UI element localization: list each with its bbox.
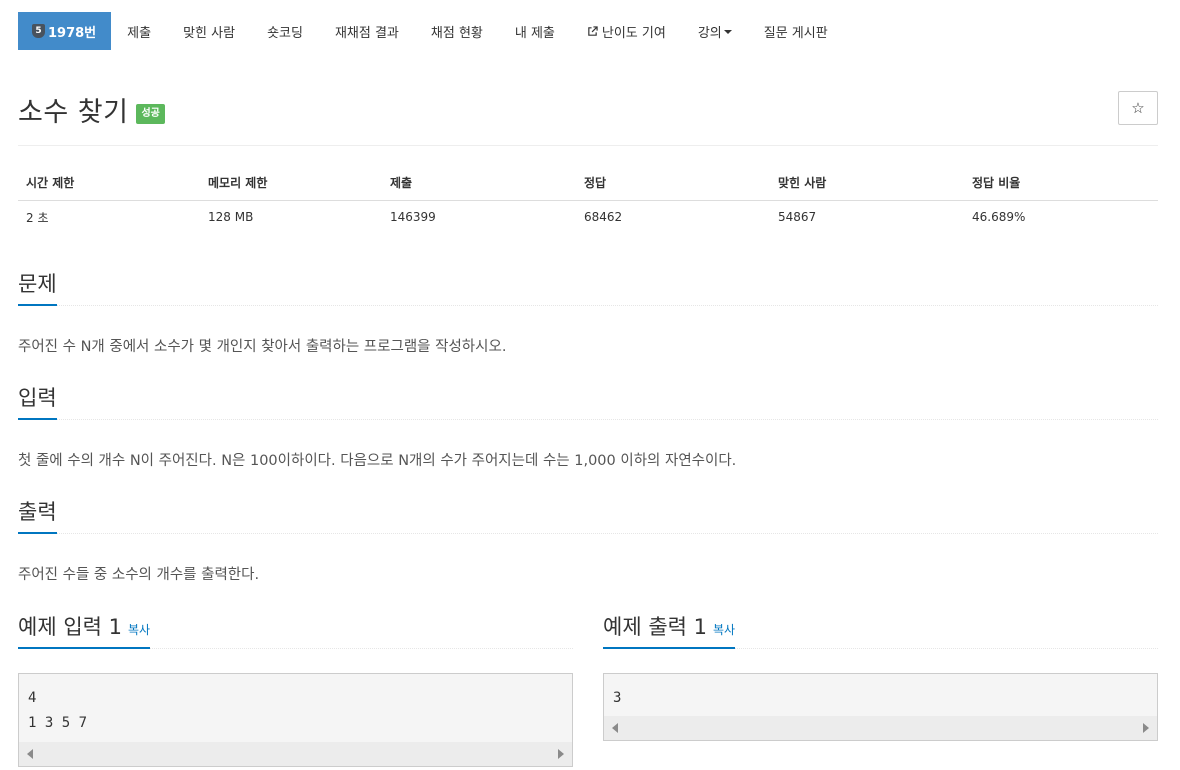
table-header-row: 시간 제한 메모리 제한 제출 정답 맞힌 사람 정답 비율 xyxy=(18,166,1158,201)
sample-input-heading: 예제 입력 1 복사 xyxy=(18,611,151,649)
external-link-icon xyxy=(588,25,598,36)
output-section-header: 출력 xyxy=(18,496,1158,534)
sample-output-header: 예제 출력 1 복사 xyxy=(603,611,1158,649)
scroll-right-icon[interactable] xyxy=(1143,723,1149,733)
header-memory-limit: 메모리 제한 xyxy=(200,166,382,201)
input-text: 첫 줄에 수의 개수 N이 주어진다. N은 100이하이다. 다음으로 N개의… xyxy=(18,453,737,469)
copy-sample-input-button[interactable]: 복사 xyxy=(128,623,150,637)
problem-header: 소수 찾기 성공 xyxy=(18,90,165,129)
accepted-users-value: 54867 xyxy=(778,210,817,225)
sample-input-content: 4 1 3 5 7 xyxy=(28,690,88,731)
submissions-value: 146399 xyxy=(390,210,436,225)
status-badge: 성공 xyxy=(136,103,165,124)
page-title: 소수 찾기 xyxy=(18,97,129,128)
sample-output-title: 예제 출력 1 xyxy=(603,615,707,639)
description-text: 주어진 수 N개 중에서 소수가 몇 개인지 찾아서 출력하는 프로그램을 작성… xyxy=(18,339,507,355)
output-heading: 출력 xyxy=(18,496,57,534)
scroll-left-icon[interactable] xyxy=(27,749,33,759)
horizontal-scrollbar[interactable] xyxy=(604,716,1157,740)
time-limit-value: 2 초 xyxy=(26,210,49,225)
copy-sample-output-button[interactable]: 복사 xyxy=(713,623,735,637)
tier-icon: 5 xyxy=(32,24,45,38)
star-icon: ☆ xyxy=(1131,99,1145,117)
tab-judge-status[interactable]: 채점 현황 xyxy=(415,12,499,50)
problem-number: 1978번 xyxy=(48,25,97,41)
input-section-header: 입력 xyxy=(18,382,1158,420)
scroll-left-icon[interactable] xyxy=(612,723,618,733)
memory-limit-value: 128 MB xyxy=(208,210,254,225)
sample-output-section: 예제 출력 1 복사 xyxy=(603,611,1158,649)
tab-accepted-users[interactable]: 맞힌 사람 xyxy=(167,12,251,50)
tab-rejudge-results[interactable]: 재채점 결과 xyxy=(319,12,415,50)
tab-lectures-dropdown[interactable]: 강의 xyxy=(682,12,748,50)
tab-difficulty-contribution[interactable]: 난이도 기여 xyxy=(571,12,682,50)
table-row: 2 초 128 MB 146399 68462 54867 46.689% xyxy=(18,200,1158,234)
favorite-star-button[interactable]: ☆ xyxy=(1118,91,1158,125)
sample-output-heading: 예제 출력 1 복사 xyxy=(603,611,736,649)
tab-short-coding[interactable]: 숏코딩 xyxy=(251,12,319,50)
tab-my-submissions[interactable]: 내 제출 xyxy=(499,12,571,50)
header-correct: 정답 xyxy=(576,166,770,201)
tab-submit[interactable]: 제출 xyxy=(111,12,167,50)
problem-info-table: 시간 제한 메모리 제한 제출 정답 맞힌 사람 정답 비율 2 초 128 M… xyxy=(18,166,1158,234)
scroll-right-icon[interactable] xyxy=(558,749,564,759)
difficulty-contribution-label: 난이도 기여 xyxy=(601,25,666,41)
caret-down-icon xyxy=(723,30,732,34)
sample-input-header: 예제 입력 1 복사 xyxy=(18,611,573,649)
problem-menu: 5 1978번 제출 맞힌 사람 숏코딩 재채점 결과 채점 현황 내 제출 난… xyxy=(18,12,844,50)
sample-input-box[interactable]: 4 1 3 5 7 xyxy=(18,673,573,767)
output-text: 주어진 수들 중 소수의 개수를 출력한다. xyxy=(18,567,260,583)
header-accept-ratio: 정답 비율 xyxy=(964,166,1158,201)
correct-value: 68462 xyxy=(584,210,623,225)
tab-question-board[interactable]: 질문 게시판 xyxy=(748,12,844,50)
header-submissions: 제출 xyxy=(382,166,576,201)
horizontal-scrollbar[interactable] xyxy=(19,742,572,766)
sample-input-section: 예제 입력 1 복사 xyxy=(18,611,573,649)
lectures-label: 강의 xyxy=(697,25,722,41)
description-heading: 문제 xyxy=(18,268,57,306)
divider xyxy=(18,145,1158,146)
sample-input-title: 예제 입력 1 xyxy=(18,615,122,639)
sample-output-content: 3 xyxy=(613,690,622,706)
accept-ratio-value: 46.689% xyxy=(972,210,1026,225)
header-accepted-users: 맞힌 사람 xyxy=(770,166,964,201)
header-time-limit: 시간 제한 xyxy=(18,166,200,201)
tab-problem[interactable]: 5 1978번 xyxy=(18,12,112,50)
sample-output-box[interactable]: 3 xyxy=(603,673,1158,741)
description-section-header: 문제 xyxy=(18,268,1158,306)
input-heading: 입력 xyxy=(18,382,57,420)
